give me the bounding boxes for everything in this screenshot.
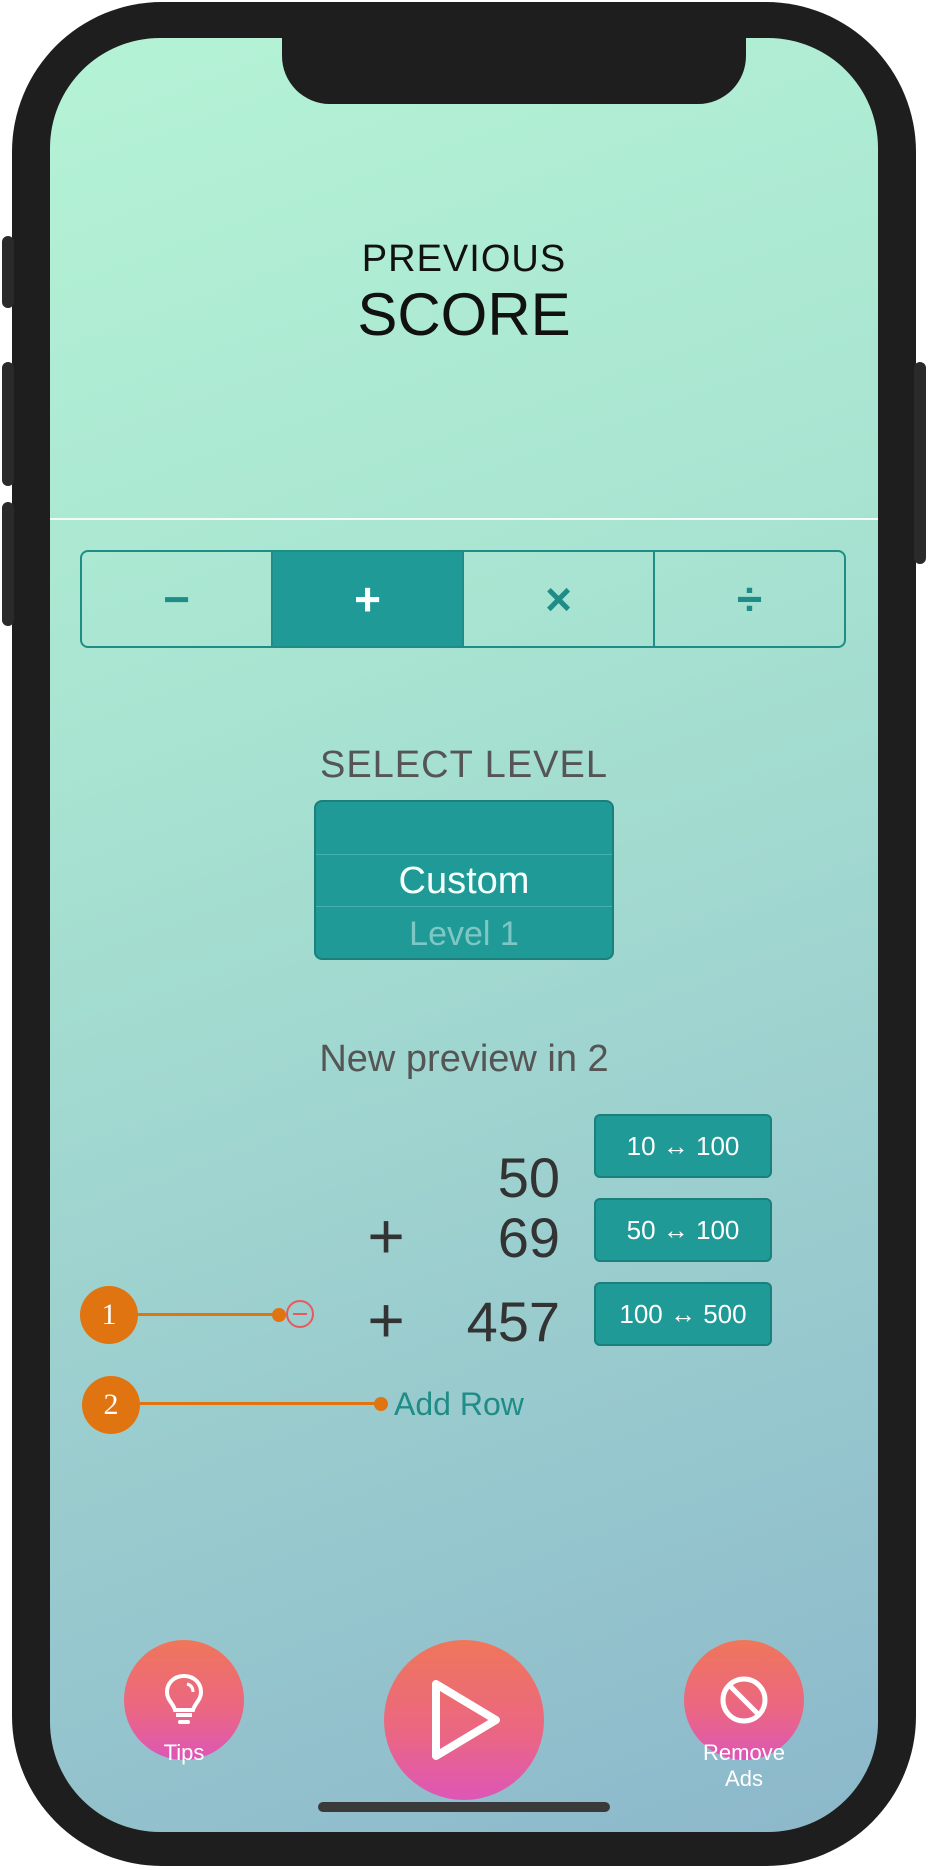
operation-add[interactable]: + — [273, 552, 464, 646]
callout-line — [122, 1313, 282, 1316]
picker-option-selected[interactable]: Custom — [316, 858, 612, 904]
level-picker[interactable]: Custom Level 1 — [314, 800, 614, 960]
range-button[interactable]: 10 ↔ 100 — [594, 1114, 772, 1178]
range-button[interactable]: 100 ↔ 500 — [594, 1282, 772, 1346]
notch — [282, 38, 746, 104]
add-row-button[interactable]: Add Row — [394, 1384, 524, 1424]
callout-2: 2 — [82, 1376, 140, 1434]
callout-1: 1 — [80, 1286, 138, 1344]
select-level-title: SELECT LEVEL — [319, 744, 608, 786]
range-button[interactable]: 50 ↔ 100 — [594, 1198, 772, 1262]
power-button — [914, 362, 926, 564]
minus-circle-icon[interactable] — [286, 1300, 314, 1328]
operand-value: 69 — [497, 1206, 560, 1269]
home-indicator — [318, 1802, 610, 1812]
operand-value: 457 — [466, 1290, 560, 1353]
tips-label: Tips — [163, 1740, 205, 1765]
volume-down-button — [2, 502, 14, 626]
lightbulb-icon — [164, 1673, 204, 1724]
play-button[interactable] — [384, 1640, 544, 1800]
screen: PREVIOUS SCORE − + × ÷ SELECT LEVEL Cust… — [50, 38, 878, 1832]
preview-countdown: New preview in 2 — [319, 1038, 609, 1080]
operation-divide[interactable]: ÷ — [655, 552, 844, 646]
volume-up-button — [2, 362, 14, 486]
callout-dot — [374, 1397, 388, 1411]
picker-option[interactable]: Level 1 — [316, 914, 612, 954]
score-label: SCORE — [357, 281, 571, 348]
divider — [50, 518, 878, 520]
operation-subtract[interactable]: − — [82, 552, 273, 646]
operation-segmented-control: − + × ÷ — [80, 550, 846, 648]
picker-divider-bottom — [316, 906, 612, 907]
play-icon — [432, 1680, 500, 1760]
picker-divider-top — [316, 854, 612, 855]
previous-label: PREVIOUS — [361, 238, 567, 280]
callout-line — [124, 1402, 382, 1405]
no-ads-icon — [720, 1676, 768, 1724]
callout-dot — [272, 1308, 286, 1322]
remove-ads-label: Remove Ads — [703, 1740, 785, 1791]
mute-switch — [2, 236, 14, 308]
operation-multiply[interactable]: × — [464, 552, 655, 646]
